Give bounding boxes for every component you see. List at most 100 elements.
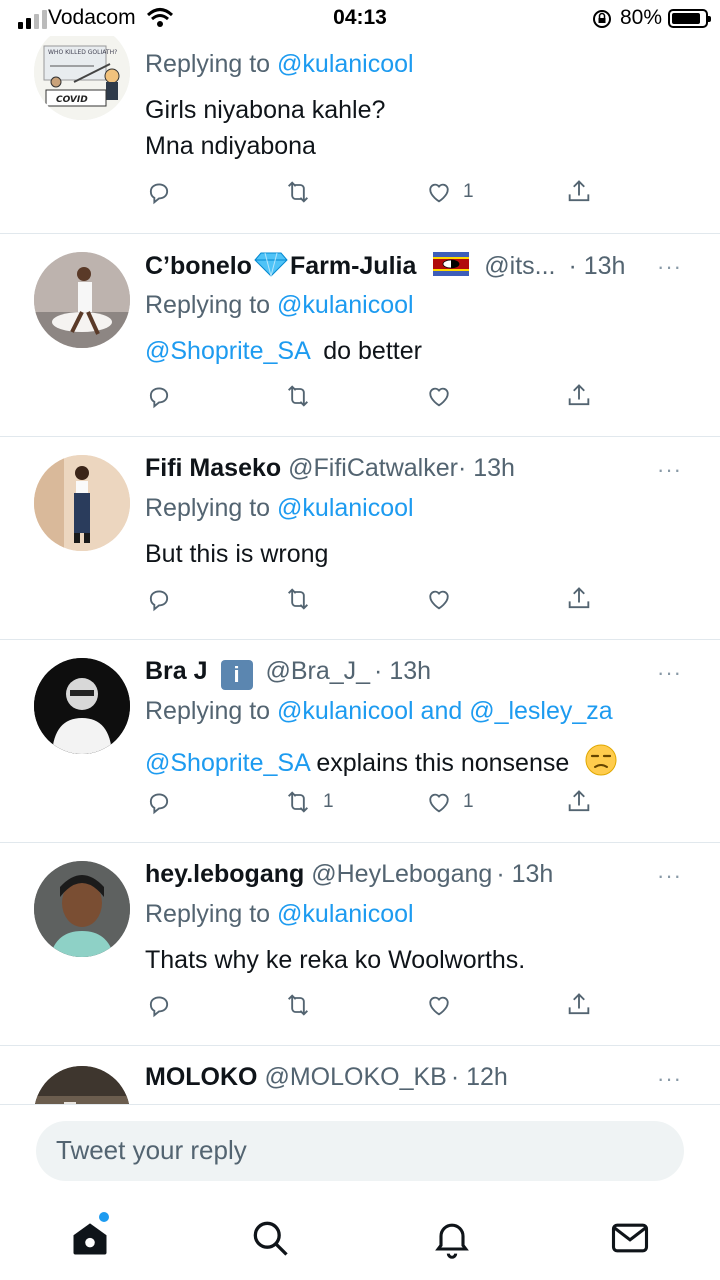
search-icon <box>253 1221 288 1256</box>
tweet-text-body: do better <box>309 337 422 365</box>
tweet-text: But this is wrong <box>145 540 329 568</box>
retweet-button[interactable] <box>283 382 313 410</box>
handle[interactable]: @Bra_J_ <box>265 657 370 685</box>
tweet-3[interactable]: Fifi Maseko @FifiCatwalker· 13h ··· Repl… <box>0 437 720 640</box>
tweet-4[interactable]: Bra J i @Bra_J_ · 13h ··· Replying to @ku… <box>0 640 720 843</box>
share-icon <box>568 790 590 812</box>
timestamp: · 13h <box>374 657 432 685</box>
status-bar: Vodacom 04:13 80% <box>0 0 720 36</box>
retweet-button[interactable] <box>283 178 313 206</box>
handle[interactable]: @MOLOKO_KB <box>264 1063 446 1091</box>
home-icon <box>73 1223 107 1255</box>
tweet-feed[interactable]: WHO KILLED GOLIATH? COVID Replying to @k… <box>0 0 720 1104</box>
retweet-icon <box>288 791 308 813</box>
replying-to-link[interactable]: @kulanicool <box>277 50 414 78</box>
avatar-cbonelo[interactable] <box>34 252 130 348</box>
replying-to-line: Replying to @kulanicool <box>145 494 414 523</box>
replying-to-link[interactable]: @kulanicool <box>277 900 414 928</box>
retweet-icon <box>288 181 308 203</box>
timestamp: · 13h <box>457 454 515 482</box>
handle[interactable]: @its... <box>484 252 555 280</box>
retweet-button[interactable] <box>283 991 313 1019</box>
share-button[interactable] <box>565 585 593 613</box>
heart-icon <box>429 996 449 1016</box>
timestamp: · 13h <box>496 860 554 888</box>
avatar-moloko[interactable] <box>34 1066 130 1104</box>
bottom-tab-bar <box>0 1202 720 1280</box>
covid-caption: WHO KILLED GOLIATH? <box>48 49 117 56</box>
diamond-icon <box>254 251 288 284</box>
tweet-header: MOLOKO @MOLOKO_KB · 12h <box>145 1063 508 1092</box>
reply-input[interactable]: Tweet your reply <box>36 1121 684 1181</box>
tweet-header: Bra J i @Bra_J_ · 13h <box>145 657 431 690</box>
tab-home[interactable] <box>68 1216 112 1260</box>
retweet-button[interactable] <box>283 585 313 613</box>
more-options-button[interactable]: ··· <box>657 457 682 483</box>
display-name[interactable]: Fifi Maseko <box>145 454 281 482</box>
share-icon <box>568 384 590 406</box>
replying-prefix: Replying to <box>145 697 278 725</box>
share-icon <box>568 587 590 609</box>
more-options-button[interactable]: ··· <box>657 1066 682 1092</box>
tweet-actions: 1 1 <box>145 788 605 820</box>
tab-messages[interactable] <box>608 1216 652 1260</box>
retweet-icon <box>288 385 308 407</box>
avatar-bra-j[interactable] <box>34 658 130 754</box>
reply-button[interactable] <box>145 991 173 1019</box>
reply-icon <box>149 183 169 205</box>
display-name[interactable]: C’bonelo <box>145 252 252 280</box>
tweet-text: Thats why ke reka ko Woolworths. <box>145 946 526 974</box>
like-count: 1 <box>463 181 474 202</box>
like-count: 1 <box>463 791 474 812</box>
like-button[interactable] <box>425 382 453 410</box>
like-button[interactable]: 1 <box>425 788 474 816</box>
avatar-hey-lebogang[interactable] <box>34 861 130 957</box>
retweet-icon <box>288 994 308 1016</box>
mention-link[interactable]: @Shoprite_SA <box>145 337 309 365</box>
replying-to-line: Replying to @kulanicool and @_lesley_za <box>145 697 613 726</box>
more-options-button[interactable]: ··· <box>657 660 682 686</box>
tweet-6[interactable]: MOLOKO @MOLOKO_KB · 12h ··· <box>0 1046 720 1104</box>
handle[interactable]: @FifiCatwalker <box>288 454 458 482</box>
bell-icon <box>435 1223 469 1259</box>
tweet-text-line-2: Mna ndiyabona <box>145 132 316 160</box>
reply-button[interactable] <box>145 178 173 206</box>
tweet-text-body: explains this nonsense <box>309 749 570 777</box>
retweet-count: 1 <box>323 791 334 812</box>
display-name[interactable]: MOLOKO <box>145 1063 258 1091</box>
replying-to-link[interactable]: @kulanicool and @_lesley_za <box>277 697 613 725</box>
tweet-header: C’bonelo Farm-Julia @its... · 13h <box>145 251 625 284</box>
replying-to-link[interactable]: @kulanicool <box>277 494 414 522</box>
replying-prefix: Replying to <box>145 50 278 78</box>
eswatini-flag-icon <box>433 252 470 283</box>
mention-link[interactable]: @Shoprite_SA <box>145 749 309 777</box>
avatar-covid[interactable]: WHO KILLED GOLIATH? COVID <box>34 24 130 120</box>
share-button[interactable] <box>565 788 593 816</box>
display-name[interactable]: Bra J <box>145 657 208 685</box>
more-options-button[interactable]: ··· <box>657 863 682 889</box>
reply-button[interactable] <box>145 788 173 816</box>
share-icon <box>568 180 590 202</box>
handle[interactable]: @HeyLebogang <box>311 860 492 888</box>
share-button[interactable] <box>565 991 593 1019</box>
like-button[interactable] <box>425 991 453 1019</box>
tab-notifications[interactable] <box>430 1216 474 1260</box>
reply-button[interactable] <box>145 585 173 613</box>
like-button[interactable]: 1 <box>425 178 474 206</box>
avatar-fifi[interactable] <box>34 455 130 551</box>
like-button[interactable] <box>425 585 453 613</box>
display-name[interactable]: hey.lebogang <box>145 860 304 888</box>
share-button[interactable] <box>565 178 593 206</box>
more-options-button[interactable]: ··· <box>657 254 682 280</box>
tweet-5[interactable]: hey.lebogang @HeyLebogang · 13h ··· Reply… <box>0 843 720 1046</box>
replying-to-line: Replying to @kulanicool <box>145 291 414 320</box>
tweet-header: Fifi Maseko @FifiCatwalker· 13h <box>145 454 515 483</box>
tab-search[interactable] <box>248 1216 292 1260</box>
tweet-2[interactable]: C’bonelo Farm-Julia @its... · 13h ··· Rep… <box>0 234 720 437</box>
share-button[interactable] <box>565 382 593 410</box>
replying-prefix: Replying to <box>145 291 278 319</box>
retweet-button[interactable]: 1 <box>283 788 334 816</box>
reply-button[interactable] <box>145 382 173 410</box>
display-name-2[interactable]: Farm-Julia <box>290 252 416 280</box>
replying-to-link[interactable]: @kulanicool <box>277 291 414 319</box>
